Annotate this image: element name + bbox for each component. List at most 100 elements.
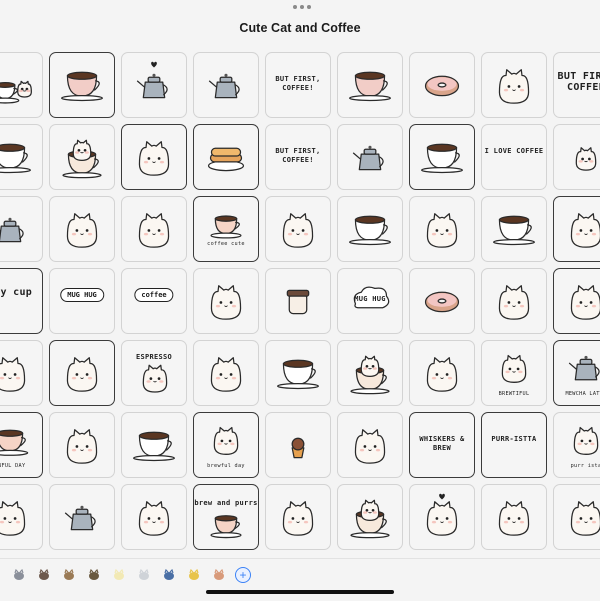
sticker-tile-r7c1[interactable] [0,484,43,550]
sticker-caption: WHISKERS & BREW [419,435,465,452]
sticker-tile-r2c2[interactable] [49,124,115,190]
toolbar-icons: + [10,567,251,583]
sticker-tile-r5c3[interactable]: ESPRESSO [121,340,187,406]
sticker-tile-r4c3[interactable]: coffee [121,268,187,334]
sticker-tile-r4c8[interactable] [481,268,547,334]
sticker-tile-r2c8[interactable]: I LOVE COFFEE [481,124,547,190]
cup-icon [0,143,31,174]
sticker-tile-r4c9[interactable] [553,268,600,334]
sticker-tile-r1c5[interactable]: BUT FIRST, COFFEE! [265,52,331,118]
pot-thumb-icon[interactable] [35,567,53,583]
sticker-tile-r7c6[interactable] [337,484,403,550]
cat-icon [426,493,458,536]
sticker-tile-r2c7[interactable] [409,124,475,190]
cup-icon [349,215,391,246]
pot-icon [208,73,240,99]
sticker-tile-r2c3[interactable] [121,124,187,190]
sticker-tile-r7c2[interactable] [49,484,115,550]
sticker-caption: BUT FIRST, COFFEE! [275,75,321,92]
sticker-tile-r6c6[interactable] [337,412,403,478]
sticker-caption: brewful day [207,463,245,469]
sticker-tile-r6c1[interactable]: EWFUL DAY [0,412,43,478]
sticker-tile-r3c7[interactable] [409,196,475,262]
sticker-tile-r1c1[interactable] [0,52,43,118]
more-options-icon[interactable] [293,5,311,9]
sticker-tile-r3c8[interactable] [481,196,547,262]
sticker-tile-r5c7[interactable] [409,340,475,406]
sticker-tile-r6c7[interactable]: WHISKERS & BREW [409,412,475,478]
cat-icon [426,357,458,392]
sticker-tile-r5c2[interactable] [49,340,115,406]
pot-thumb-icon[interactable] [85,567,103,583]
sticker-tile-r5c9[interactable]: MEWCHA LATTE [553,340,600,406]
cookie-thumb-icon[interactable] [210,567,228,583]
sticker-tile-r3c4[interactable]: coffee cute [193,196,259,262]
sticker-tile-r6c3[interactable] [121,412,187,478]
cat-icon [498,285,530,320]
sticker-tile-r1c3[interactable] [121,52,187,118]
cat-thumb-icon[interactable] [60,567,78,583]
add-sticker-button[interactable]: + [235,567,251,583]
sticker-tile-r1c6[interactable] [337,52,403,118]
home-indicator [206,590,394,594]
cat-thumb-icon[interactable] [110,567,128,583]
cat-icon [426,213,458,248]
sticker-tile-r5c1[interactable] [0,340,43,406]
smiley-thumb-icon[interactable] [185,567,203,583]
sticker-tile-r1c9[interactable]: BUT FIRST COFFEE [553,52,600,118]
sticker-tile-r7c7[interactable] [409,484,475,550]
sticker-tile-r3c3[interactable] [121,196,187,262]
sticker-tile-r2c5[interactable]: BUT FIRST, COFFEE! [265,124,331,190]
sticker-tile-r5c4[interactable] [193,340,259,406]
sticker-tile-r1c2[interactable] [49,52,115,118]
sticker-tile-r4c1[interactable]: ozy cup [0,268,43,334]
sticker-tile-r4c5[interactable] [265,268,331,334]
sticker-tile-r7c5[interactable] [265,484,331,550]
sticker-tile-r3c2[interactable] [49,196,115,262]
sticker-tile-r6c4[interactable]: brewful day [193,412,259,478]
mug-icon [61,71,103,102]
sticker-caption: ozy cup [0,287,33,298]
sticker-tile-r5c8[interactable]: BREWTIFUL [481,340,547,406]
sticker-tile-r4c6[interactable]: MUG HUG [337,268,403,334]
sticker-tile-r4c2[interactable]: MUG HUG [49,268,115,334]
sticker-tile-r4c4[interactable] [193,268,259,334]
sticker-tile-r3c6[interactable] [337,196,403,262]
mug-icon [349,71,391,102]
cat-icon [210,357,242,392]
header-bar: Cute Cat and Coffee [0,0,600,52]
sticker-caption: MEWCHA LATTE [565,391,600,397]
sticker-tile-r2c9[interactable] [553,124,600,190]
pen-thumb-icon[interactable] [160,567,178,583]
sticker-tile-r6c8[interactable]: PURR-ISTTA [481,412,547,478]
sticker-tile-r4c7[interactable] [409,268,475,334]
sticker-tile-r7c3[interactable] [121,484,187,550]
sticker-tile-r2c6[interactable] [337,124,403,190]
sticker-tile-r7c4[interactable]: brew and purrs [193,484,259,550]
sticker-tile-r6c5[interactable] [265,412,331,478]
cat-icon [570,213,600,248]
sticker-tile-r2c1[interactable] [0,124,43,190]
sticker-tile-r1c7[interactable] [409,52,475,118]
sticker-tile-r2c4[interactable] [193,124,259,190]
sticker-tile-r6c2[interactable] [49,412,115,478]
sticker-tile-r3c1[interactable] [0,196,43,262]
cat-icon [66,429,98,464]
cat-icon [0,501,26,536]
cloud-thumb-icon[interactable] [135,567,153,583]
sticker-tile-r3c5[interactable] [265,196,331,262]
sticker-tile-r6c9[interactable]: purr ista [553,412,600,478]
cat-icon [138,141,170,176]
sticker-tile-r1c4[interactable] [193,52,259,118]
pot-icon [0,217,24,243]
sticker-caption: coffee cute [207,241,245,247]
sticker-tile-r7c9[interactable] [553,484,600,550]
sticker-tile-r3c9[interactable] [553,196,600,262]
sticker-tile-r5c5[interactable] [265,340,331,406]
sticker-tile-r1c8[interactable] [481,52,547,118]
sticker-tile-r5c6[interactable] [337,340,403,406]
cat-thumb-icon[interactable] [10,567,28,583]
sticker-tile-r7c8[interactable] [481,484,547,550]
cup-icon [493,215,535,246]
sticker-caption: PURR-ISTTA [491,435,537,443]
